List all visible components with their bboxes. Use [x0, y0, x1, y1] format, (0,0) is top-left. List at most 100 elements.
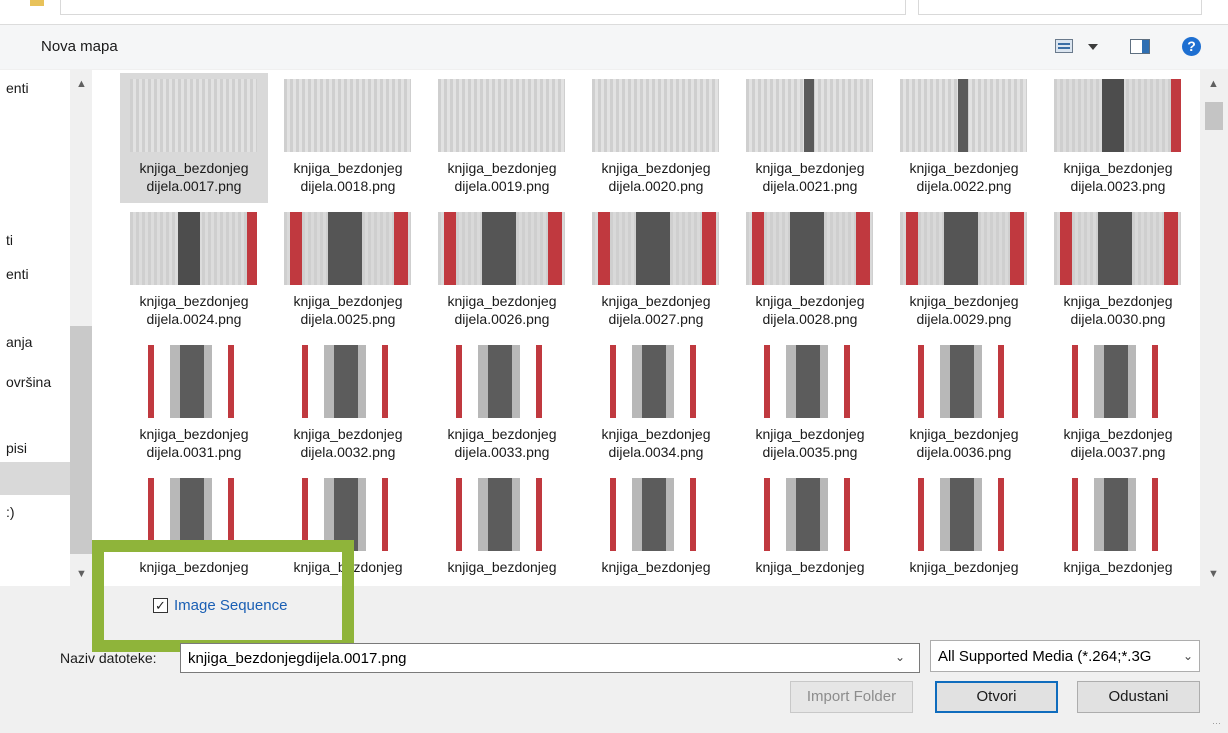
nav-item[interactable]: enti	[6, 266, 29, 282]
file-name-line: dijela.0023.png	[1070, 178, 1166, 194]
file-name: knjiga_bezdonjeg dijela.0027.png	[582, 292, 730, 328]
file-name-line: knjiga_bezdonjeg	[755, 293, 865, 309]
file-item[interactable]: knjiga_bezdonjeg dijela.0031.png	[120, 339, 268, 469]
file-name-line: dijela.0029.png	[916, 311, 1012, 327]
search-input[interactable]	[918, 0, 1202, 15]
nav-item[interactable]: ovršina	[6, 374, 51, 390]
file-thumbnail	[900, 212, 1027, 285]
nav-item[interactable]: enti	[6, 80, 29, 96]
help-icon[interactable]: ?	[1182, 37, 1201, 56]
file-name: knjiga_bezdonjeg dijela.0032.png	[274, 425, 422, 461]
file-item[interactable]: knjiga_bezdonjeg dijela.0025.png	[274, 206, 422, 336]
scroll-down-arrow-icon[interactable]: ▼	[1208, 568, 1219, 580]
nav-item[interactable]: :)	[6, 504, 15, 520]
new-folder-button[interactable]: Nova mapa	[41, 38, 118, 55]
file-type-select[interactable]: All Supported Media (*.264;*.3G ⌄	[930, 640, 1200, 672]
file-name-line: knjiga_bezdonjeg	[601, 293, 711, 309]
file-name-line: dijela.0021.png	[762, 178, 858, 194]
file-item[interactable]: knjiga_bezdonjeg dijela.0021.png	[736, 73, 884, 203]
nav-scrollbar[interactable]: ▲ ▼	[70, 70, 92, 586]
file-name-line: knjiga_bezdonjeg	[293, 293, 403, 309]
view-options-icon[interactable]	[1055, 39, 1073, 53]
file-item[interactable]: knjiga_bezdonjeg dijela.0033.png	[428, 339, 576, 469]
file-name-line: knjiga_bezdonjeg	[755, 559, 865, 575]
file-item[interactable]: knjiga_bezdonjeg dijela.0017.png	[120, 73, 268, 203]
file-name-line: knjiga_bezdonjeg	[755, 426, 865, 442]
nav-item[interactable]: ti	[6, 232, 13, 248]
file-item[interactable]: knjiga_bezdonjeg	[582, 472, 730, 586]
grid-scrollbar[interactable]: ▲ ▼	[1200, 70, 1228, 586]
scroll-up-arrow-icon[interactable]: ▲	[76, 78, 87, 90]
nav-scroll-thumb[interactable]	[70, 326, 92, 554]
preview-pane-icon[interactable]	[1130, 39, 1150, 54]
file-item[interactable]: knjiga_bezdonjeg dijela.0035.png	[736, 339, 884, 469]
grid-scroll-thumb[interactable]	[1205, 102, 1223, 130]
file-item[interactable]: knjiga_bezdonjeg	[428, 472, 576, 586]
file-name-line: knjiga_bezdonjeg	[909, 559, 1019, 575]
file-name: knjiga_bezdonjeg dijela.0022.png	[890, 159, 1038, 195]
file-name-line: dijela.0019.png	[454, 178, 550, 194]
file-item[interactable]: knjiga_bezdonjeg	[736, 472, 884, 586]
file-name-line: knjiga_bezdonjeg	[909, 293, 1019, 309]
file-name: knjiga_bezdonjeg dijela.0018.png	[274, 159, 422, 195]
scroll-up-arrow-icon[interactable]: ▲	[1208, 78, 1219, 90]
file-name-line: knjiga_bezdonjeg	[601, 426, 711, 442]
file-item[interactable]: knjiga_bezdonjeg	[890, 472, 1038, 586]
resize-grip-icon[interactable]: ⋯	[1212, 718, 1221, 729]
chevron-down-icon[interactable]: ⌄	[895, 650, 905, 664]
file-name: knjiga_bezdonjeg	[428, 558, 576, 576]
file-name-line: knjiga_bezdonjeg	[909, 160, 1019, 176]
file-thumbnail	[592, 478, 719, 551]
file-name: knjiga_bezdonjeg dijela.0029.png	[890, 292, 1038, 328]
file-item[interactable]: knjiga_bezdonjeg dijela.0030.png	[1044, 206, 1192, 336]
file-item[interactable]: knjiga_bezdonjeg dijela.0037.png	[1044, 339, 1192, 469]
file-name-line: knjiga_bezdonjeg	[1063, 160, 1173, 176]
file-name-line: dijela.0026.png	[454, 311, 550, 327]
chevron-down-icon[interactable]	[1088, 44, 1098, 50]
nav-item[interactable]: pisi	[6, 440, 27, 456]
chevron-down-icon[interactable]: ⌄	[1183, 649, 1194, 663]
file-thumbnail	[284, 212, 411, 285]
file-name: knjiga_bezdonjeg dijela.0036.png	[890, 425, 1038, 461]
file-item[interactable]: knjiga_bezdonjeg dijela.0019.png	[428, 73, 576, 203]
file-item[interactable]: knjiga_bezdonjeg dijela.0029.png	[890, 206, 1038, 336]
file-item[interactable]: knjiga_bezdonjeg dijela.0018.png	[274, 73, 422, 203]
file-name: knjiga_bezdonjeg dijela.0019.png	[428, 159, 576, 195]
file-thumbnail	[592, 212, 719, 285]
file-name-line: dijela.0034.png	[608, 444, 704, 460]
file-name: knjiga_bezdonjeg	[582, 558, 730, 576]
file-item[interactable]: knjiga_bezdonjeg dijela.0024.png	[120, 206, 268, 336]
cancel-button[interactable]: Odustani	[1077, 681, 1200, 713]
file-item[interactable]: knjiga_bezdonjeg dijela.0023.png	[1044, 73, 1192, 203]
file-item[interactable]: knjiga_bezdonjeg dijela.0027.png	[582, 206, 730, 336]
file-item[interactable]: knjiga_bezdonjeg dijela.0028.png	[736, 206, 884, 336]
top-strip	[0, 0, 1228, 25]
file-name: knjiga_bezdonjeg dijela.0023.png	[1044, 159, 1192, 195]
file-name-line: dijela.0032.png	[300, 444, 396, 460]
file-item[interactable]: knjiga_bezdonjeg dijela.0020.png	[582, 73, 730, 203]
file-name-line: dijela.0031.png	[146, 444, 242, 460]
file-item[interactable]: knjiga_bezdonjeg dijela.0026.png	[428, 206, 576, 336]
import-folder-button[interactable]: Import Folder	[790, 681, 913, 713]
nav-selected-item[interactable]	[0, 462, 70, 495]
nav-item[interactable]: anja	[6, 334, 32, 350]
file-name-line: knjiga_bezdonjeg	[293, 160, 403, 176]
file-thumbnail	[900, 345, 1027, 418]
file-item[interactable]: knjiga_bezdonjeg	[1044, 472, 1192, 586]
file-name: knjiga_bezdonjeg dijela.0035.png	[736, 425, 884, 461]
file-item[interactable]: knjiga_bezdonjeg dijela.0036.png	[890, 339, 1038, 469]
filename-input[interactable]: knjiga_bezdonjegdijela.0017.png ⌄	[180, 643, 920, 673]
file-name-line: knjiga_bezdonjeg	[755, 160, 865, 176]
open-button[interactable]: Otvori	[935, 681, 1058, 713]
file-thumbnail	[1054, 79, 1181, 152]
scroll-down-arrow-icon[interactable]: ▼	[76, 568, 87, 580]
address-bar[interactable]	[60, 0, 906, 15]
file-name-line: dijela.0017.png	[146, 178, 242, 194]
file-item[interactable]: knjiga_bezdonjeg dijela.0032.png	[274, 339, 422, 469]
file-name-line: knjiga_bezdonjeg	[1063, 293, 1173, 309]
file-thumbnail	[284, 345, 411, 418]
file-thumbnail	[592, 79, 719, 152]
file-name: knjiga_bezdonjeg	[890, 558, 1038, 576]
file-item[interactable]: knjiga_bezdonjeg dijela.0022.png	[890, 73, 1038, 203]
file-item[interactable]: knjiga_bezdonjeg dijela.0034.png	[582, 339, 730, 469]
